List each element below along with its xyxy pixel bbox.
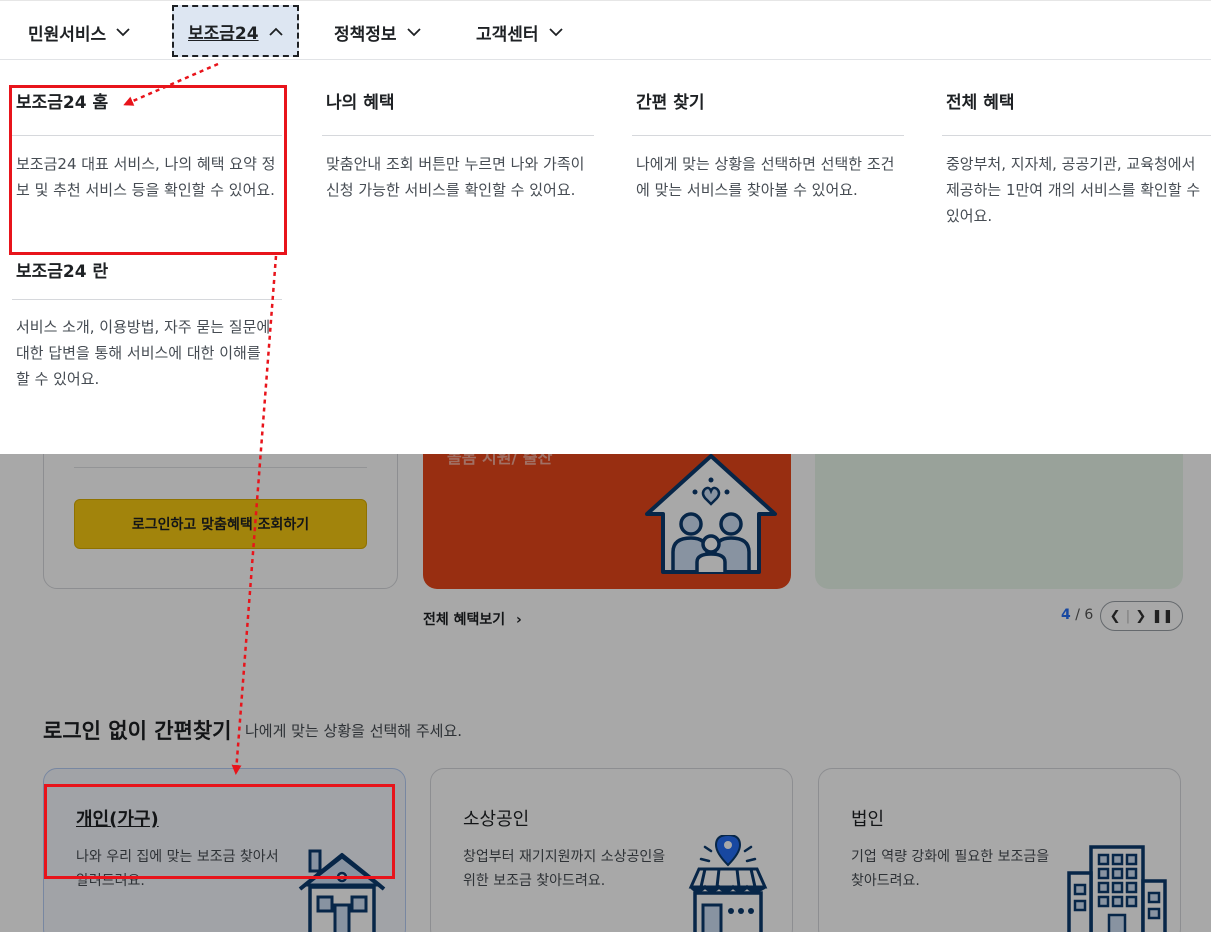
annotation-arrows: [123, 62, 278, 775]
arrow-home-to-individual: [231, 255, 278, 775]
arrow-nav-to-home: [123, 62, 219, 106]
